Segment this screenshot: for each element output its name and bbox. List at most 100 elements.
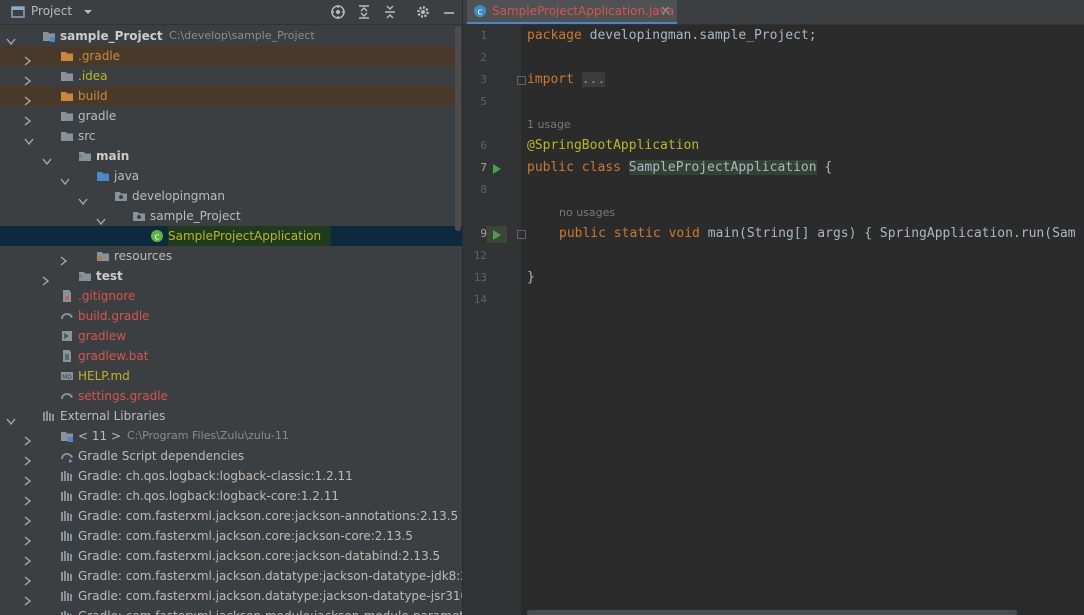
package-icon bbox=[132, 209, 146, 223]
chevron-right-icon[interactable] bbox=[24, 512, 32, 526]
fold-icon[interactable] bbox=[517, 230, 526, 239]
tree-item[interactable]: sample_Project C:\develop\sample_Project bbox=[0, 26, 462, 46]
tree-item-label: developingman bbox=[132, 189, 225, 203]
horizontal-scrollbar[interactable] bbox=[527, 610, 1017, 615]
code-line-3[interactable]: import ... bbox=[527, 72, 606, 87]
tree-item[interactable]: Gradle: com.fasterxml.jackson.module:jac… bbox=[0, 606, 462, 615]
expand-all-icon[interactable] bbox=[356, 4, 372, 20]
java-class-icon: c bbox=[473, 4, 487, 21]
code-line-6[interactable]: @SpringBootApplication bbox=[527, 138, 699, 153]
code-line-13[interactable]: } bbox=[527, 270, 535, 285]
chevron-down-icon[interactable] bbox=[82, 4, 98, 20]
tree-item[interactable]: resources bbox=[0, 246, 462, 266]
tree-item[interactable]: Gradle: ch.qos.logback:logback-core:1.2.… bbox=[0, 486, 462, 506]
run-icon[interactable] bbox=[493, 164, 501, 174]
run-icon[interactable] bbox=[493, 230, 501, 240]
line-number: 9 bbox=[480, 227, 487, 240]
chevron-right-icon[interactable] bbox=[24, 592, 32, 606]
tree-item[interactable]: test bbox=[0, 266, 462, 286]
tree-item[interactable]: Gradle: com.fasterxml.jackson.core:jacks… bbox=[0, 506, 462, 526]
tree-item[interactable]: java bbox=[0, 166, 462, 186]
tree-item[interactable]: Gradle Script dependencies bbox=[0, 446, 462, 466]
chevron-right-icon[interactable] bbox=[60, 252, 68, 266]
tree-item-label: gradle bbox=[78, 109, 117, 123]
code-line-1[interactable]: package developingman.sample_Project; bbox=[527, 28, 817, 43]
chevron-right-icon[interactable] bbox=[24, 72, 32, 86]
chevron-down-icon[interactable] bbox=[6, 32, 16, 46]
tree-item[interactable]: < 11 > C:\Program Files\Zulu\zulu-11 bbox=[0, 426, 462, 446]
tree-item[interactable]: .idea bbox=[0, 66, 462, 86]
tree-item[interactable]: settings.gradle bbox=[0, 386, 462, 406]
folder-icon bbox=[60, 129, 74, 143]
tree-item[interactable]: sample_Project bbox=[0, 206, 462, 226]
hide-panel-icon[interactable] bbox=[441, 4, 457, 20]
tree-item-label: Gradle: com.fasterxml.jackson.core:jacks… bbox=[78, 529, 413, 543]
tree-item[interactable]: gradle bbox=[0, 106, 462, 126]
chevron-right-icon[interactable] bbox=[24, 112, 32, 126]
chevron-right-icon[interactable] bbox=[24, 492, 32, 506]
locate-file-icon[interactable] bbox=[330, 4, 346, 20]
tree-item[interactable]: c SampleProjectApplication bbox=[0, 226, 462, 246]
project-view-icon[interactable] bbox=[10, 4, 26, 20]
no-usages-hint[interactable]: no usages bbox=[559, 206, 615, 219]
tree-item[interactable]: MD HELP.md bbox=[0, 366, 462, 386]
line-number: 1 bbox=[480, 29, 487, 42]
tree-item-label: < 11 > bbox=[78, 429, 122, 443]
close-icon[interactable] bbox=[661, 4, 671, 21]
tree-item-label: build.gradle bbox=[78, 309, 150, 323]
line-number: 8 bbox=[480, 183, 487, 196]
tree-item[interactable]: Gradle: com.fasterxml.jackson.datatype:j… bbox=[0, 566, 462, 586]
project-view-title[interactable]: Project bbox=[31, 4, 72, 18]
chevron-right-icon[interactable] bbox=[24, 52, 32, 66]
chevron-down-icon[interactable] bbox=[42, 152, 52, 166]
chevron-right-icon[interactable] bbox=[24, 532, 32, 546]
line-number: 2 bbox=[480, 51, 487, 64]
vertical-scrollbar[interactable] bbox=[455, 26, 461, 231]
gear-icon[interactable] bbox=[415, 4, 431, 20]
tree-item[interactable]: External Libraries bbox=[0, 406, 462, 426]
tree-item[interactable]: Gradle: com.fasterxml.jackson.core:jacks… bbox=[0, 546, 462, 566]
chevron-right-icon[interactable] bbox=[24, 472, 32, 486]
chevron-down-icon[interactable] bbox=[78, 192, 88, 206]
chevron-right-icon[interactable] bbox=[42, 272, 50, 286]
tree-item[interactable]: Gradle: ch.qos.logback:logback-classic:1… bbox=[0, 466, 462, 486]
chevron-right-icon[interactable] bbox=[24, 452, 32, 466]
collapse-all-icon[interactable] bbox=[382, 4, 398, 20]
code-text: main(String[] args) { SpringApplication.… bbox=[699, 226, 1076, 241]
line-number: 12 bbox=[473, 249, 487, 262]
chevron-right-icon[interactable] bbox=[24, 572, 32, 586]
tree-item[interactable]: build bbox=[0, 86, 462, 106]
tree-item-label: gradlew.bat bbox=[78, 349, 149, 363]
line-number: 5 bbox=[480, 95, 487, 108]
tab-sampleprojectapplication[interactable]: c SampleProjectApplication.java bbox=[467, 0, 677, 24]
chevron-down-icon[interactable] bbox=[6, 412, 16, 426]
tree-item[interactable]: src bbox=[0, 126, 462, 146]
chevron-down-icon[interactable] bbox=[60, 172, 70, 186]
fold-icon[interactable] bbox=[517, 76, 526, 85]
tree-item[interactable]: build.gradle bbox=[0, 306, 462, 326]
tree-item-path: C:\Program Files\Zulu\zulu-11 bbox=[127, 429, 289, 442]
tree-item[interactable]: Gradle: com.fasterxml.jackson.datatype:j… bbox=[0, 586, 462, 606]
folder-src-icon bbox=[78, 149, 92, 163]
code-line-9[interactable]: public static void main(String[] args) {… bbox=[559, 226, 1076, 241]
tree-item[interactable]: .gitignore bbox=[0, 286, 462, 306]
tree-item[interactable]: gradlew.bat bbox=[0, 346, 462, 366]
tree-item[interactable]: main bbox=[0, 146, 462, 166]
folder-icon bbox=[60, 69, 74, 83]
chevron-down-icon[interactable] bbox=[24, 132, 34, 146]
tree-item[interactable]: developingman bbox=[0, 186, 462, 206]
project-toolbar: Project bbox=[0, 0, 462, 25]
chevron-right-icon[interactable] bbox=[24, 92, 32, 106]
folder-orange-icon bbox=[60, 49, 74, 63]
tree-item-path: C:\develop\sample_Project bbox=[169, 29, 315, 42]
tree-item[interactable]: Gradle: com.fasterxml.jackson.core:jacks… bbox=[0, 526, 462, 546]
tree-item[interactable]: gradlew bbox=[0, 326, 462, 346]
usage-hint[interactable]: 1 usage bbox=[527, 118, 571, 131]
code-line-7[interactable]: public class SampleProjectApplication { bbox=[527, 160, 832, 175]
tree-item[interactable]: .gradle bbox=[0, 46, 462, 66]
chevron-down-icon[interactable] bbox=[96, 212, 106, 226]
library-icon bbox=[60, 569, 74, 583]
chevron-right-icon[interactable] bbox=[24, 552, 32, 566]
folded-imports[interactable]: ... bbox=[581, 72, 606, 87]
chevron-right-icon[interactable] bbox=[24, 432, 32, 446]
